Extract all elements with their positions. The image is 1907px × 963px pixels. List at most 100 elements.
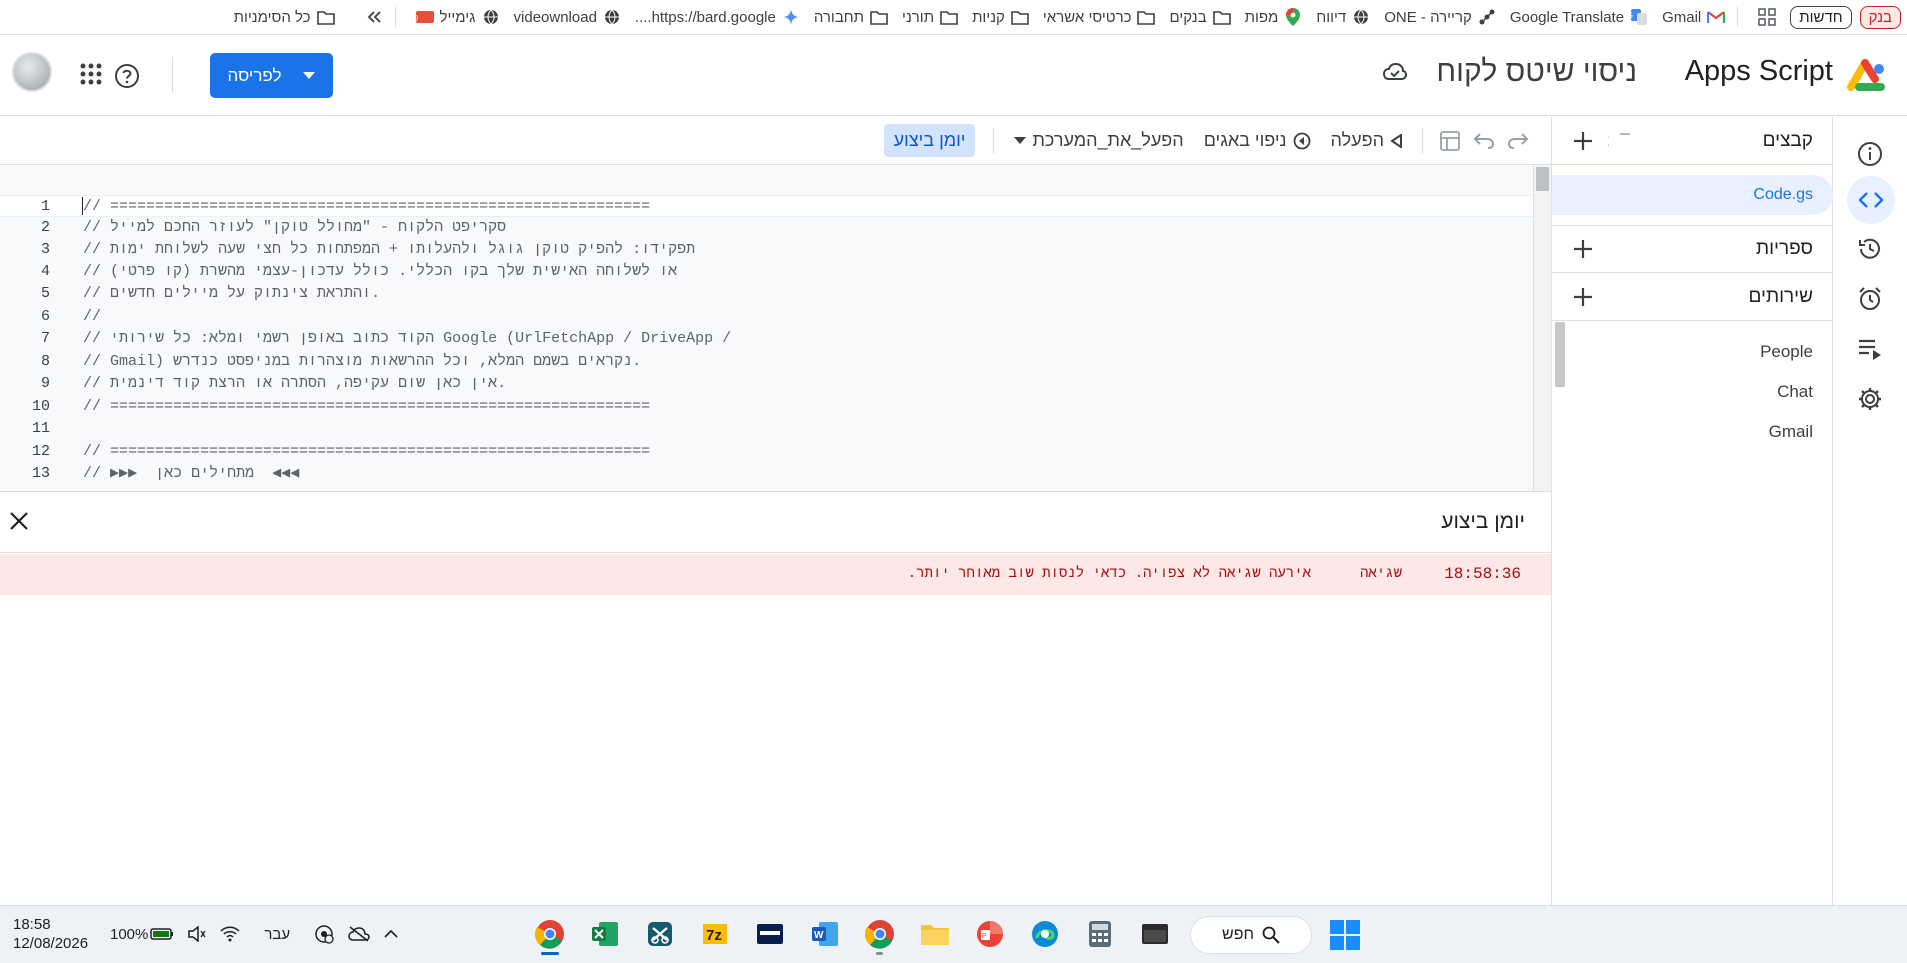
deploy-button[interactable]: לפריסה <box>210 53 333 98</box>
function-name: הפעל_את_המערכת <box>1032 130 1184 150</box>
word-app-icon[interactable]: W <box>805 913 845 955</box>
terminal-app-icon[interactable] <box>1135 913 1175 955</box>
log-row-error: 18:58:36 שגיאה אירעה שגיאה לא צפויה. כדא… <box>0 554 1551 595</box>
service-item[interactable]: Chat <box>1552 372 1833 412</box>
chrome-app-icon-2[interactable] <box>860 913 900 955</box>
edge-app-icon[interactable] <box>1025 913 1065 955</box>
account-avatar[interactable] <box>12 52 52 92</box>
file-explorer-icon[interactable] <box>915 913 955 955</box>
bookmark-label: מפות <box>1244 8 1279 26</box>
clock[interactable]: 18:58 12/08/2026 <box>13 915 88 953</box>
bookmark-maps[interactable]: מפות <box>1245 8 1303 26</box>
bookmark-label: קניות <box>972 8 1005 26</box>
bookmark-translate[interactable]: G Google Translate <box>1510 8 1648 26</box>
battery-icon[interactable] <box>150 927 174 941</box>
app-name[interactable]: Apps Script <box>1685 55 1833 88</box>
editor-scrollbar[interactable] <box>1533 165 1551 491</box>
log-message: אירעה שגיאה לא צפויה. כדאי לנסות שוב מאו… <box>907 566 1311 582</box>
bookmark-gmail[interactable]: Gmail <box>1662 8 1726 26</box>
bookmark-bank[interactable]: בנק <box>1859 5 1901 29</box>
windows-start-icon[interactable] <box>1330 920 1360 950</box>
google-apps-icon[interactable] <box>80 63 102 85</box>
editor-scroll-thumb[interactable] <box>1536 167 1549 191</box>
bookmark-folder-duty[interactable]: תורני <box>902 8 958 26</box>
globe-icon <box>482 8 500 26</box>
run-button[interactable]: הפעלה <box>1331 130 1402 151</box>
calculator-app-icon[interactable] <box>1080 913 1120 955</box>
file-code-gs[interactable]: Code.gs <box>1552 175 1833 215</box>
svg-text:G: G <box>1630 11 1633 20</box>
input-language[interactable]: עבר <box>264 926 290 943</box>
taskbar-search[interactable]: חפש <box>1190 916 1312 954</box>
sort-az-icon[interactable]: AZ <box>1608 130 1634 152</box>
format-code-icon[interactable] <box>1433 124 1467 158</box>
bookmark-gimail[interactable]: גימייל 10+ <box>415 8 500 26</box>
bookmark-news[interactable]: חדשות <box>1790 5 1852 29</box>
chrome-app-icon[interactable] <box>530 913 570 955</box>
bookmark-all[interactable]: כל הסימניות <box>234 8 335 26</box>
folder-icon <box>316 8 335 26</box>
bookmark-career[interactable]: קריירה - ONE <box>1384 8 1496 26</box>
add-library-icon[interactable] <box>1572 238 1594 260</box>
app-window-icon[interactable] <box>750 913 790 955</box>
bookmark-label: דיווח <box>1316 8 1347 26</box>
code-line: 1// ====================================… <box>0 195 1535 217</box>
bookmark-report[interactable]: דיווח <box>1316 8 1370 26</box>
bookmark-bard[interactable]: https://bard.google.... <box>635 8 800 26</box>
volume-icon[interactable] <box>188 926 206 942</box>
code-line: 12// ===================================… <box>31 443 651 460</box>
help-icon[interactable] <box>114 63 140 89</box>
executions-list-icon[interactable] <box>1853 332 1887 366</box>
history-icon[interactable] <box>1853 232 1887 266</box>
files-title: קבצים <box>1762 129 1813 151</box>
toolbar-divider <box>993 127 995 154</box>
settings-gear-icon[interactable] <box>1853 382 1887 416</box>
pdf-app-icon[interactable]: P <box>970 913 1010 955</box>
service-item[interactable]: Gmail <box>1552 412 1833 440</box>
app-header: Apps Script ניסוי שיטס לקוח לפריסה <box>0 35 1907 116</box>
bookmark-label: גימייל <box>439 8 476 26</box>
add-service-icon[interactable] <box>1572 286 1594 308</box>
services-title: שירותים <box>1748 285 1813 307</box>
shield-status-icon[interactable] <box>314 924 334 944</box>
bookmark-label: Google Translate <box>1509 8 1625 26</box>
code-editor[interactable]: 1// ====================================… <box>0 165 1551 491</box>
code-line: 5// והתראת צינתוק על מיילים חדשים. <box>40 285 381 302</box>
apps-grid-icon[interactable] <box>1758 8 1777 26</box>
function-selector[interactable]: הפעל_את_המערכת <box>1014 130 1184 151</box>
debug-button[interactable]: ניפוי באגים <box>1204 130 1311 151</box>
svg-text:P: P <box>982 933 987 940</box>
code-line: 8// Gmail) נקראים בשמם המלא, וכל ההרשאות… <box>40 353 642 370</box>
debug-icon <box>1293 132 1311 150</box>
bookmarks-bar: בנק חדשות Gmail G Google Translate קרייר… <box>0 0 1907 35</box>
bookmark-videownload[interactable]: videownload <box>514 8 621 26</box>
bookmark-overflow[interactable] <box>365 8 383 26</box>
close-icon[interactable] <box>8 510 30 532</box>
chevron-up-icon[interactable] <box>384 929 398 939</box>
editor-code-icon[interactable] <box>1847 176 1895 224</box>
code-line: 11 <box>31 420 50 437</box>
triggers-alarm-icon[interactable] <box>1853 282 1887 316</box>
bookmark-label: תחבורה <box>813 8 865 26</box>
excel-app-icon[interactable] <box>585 913 625 955</box>
bookmarks-divider <box>1737 7 1739 27</box>
bookmark-folder-banks[interactable]: בנקים <box>1169 8 1231 26</box>
7zip-app-icon[interactable]: 7z <box>695 913 735 955</box>
wifi-icon[interactable] <box>220 926 240 942</box>
undo-icon[interactable] <box>1467 124 1501 158</box>
snipping-app-icon[interactable] <box>640 913 680 955</box>
add-file-icon[interactable] <box>1572 130 1594 152</box>
onedrive-offline-icon[interactable] <box>348 926 370 942</box>
redo-icon[interactable] <box>1501 124 1535 158</box>
project-name[interactable]: ניסוי שיטס לקוח <box>1436 55 1637 89</box>
apps-script-logo-icon[interactable] <box>1845 57 1887 93</box>
bookmark-label: כל הסימניות <box>233 8 311 26</box>
bookmark-folder-credit[interactable]: כרטיסי אשראי <box>1043 8 1156 26</box>
execution-log-button[interactable]: יומן ביצוע <box>883 124 976 157</box>
overview-info-icon[interactable] <box>1853 137 1887 171</box>
bookmark-folder-transport[interactable]: תחבורה <box>814 8 888 26</box>
bookmark-folder-shopping[interactable]: קניות <box>972 8 1029 26</box>
service-item[interactable]: People <box>1552 332 1833 372</box>
files-panel: קבצים AZ Code.gs ספריות שירותים People C… <box>1551 117 1833 905</box>
log-level: שגיאה <box>1359 566 1402 582</box>
